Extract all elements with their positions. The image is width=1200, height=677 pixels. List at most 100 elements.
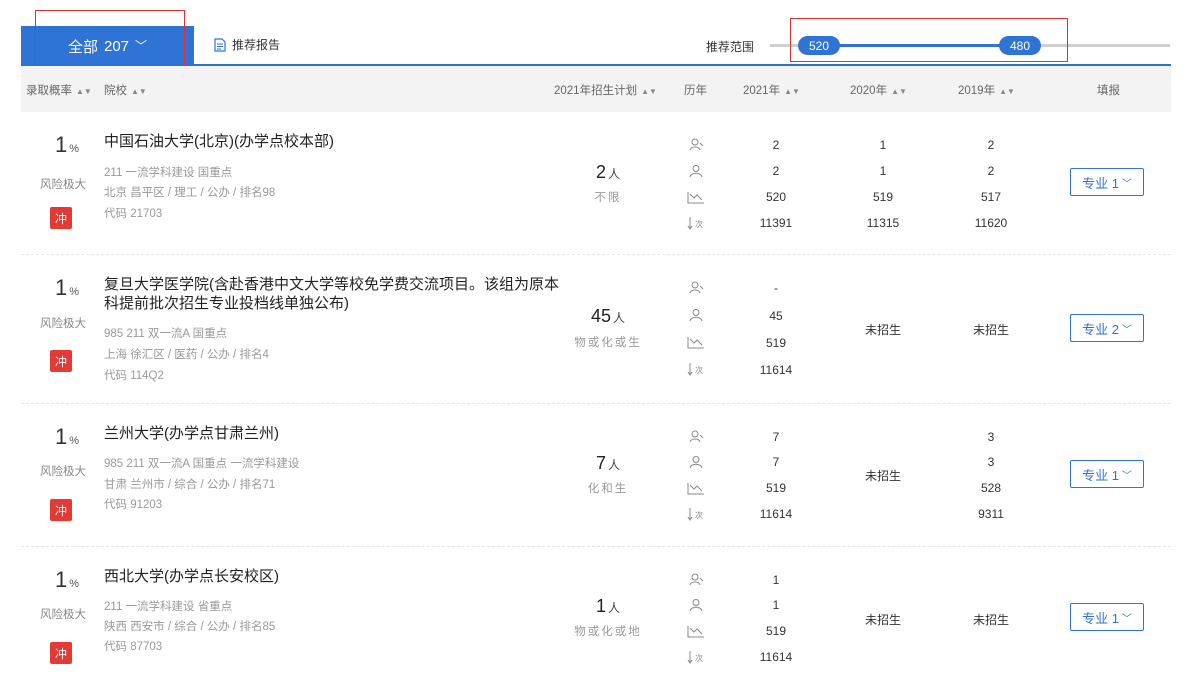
plan-count-icon — [689, 281, 704, 294]
person-icon — [689, 599, 703, 612]
sort-icon: ▲▼ — [641, 87, 657, 96]
rank-icon: 次 — [687, 508, 703, 521]
y2021-rank: 11614 — [759, 507, 793, 521]
person-icon — [689, 309, 703, 322]
y2019-count: 3 — [987, 430, 995, 444]
school-location: 陕西 西安市 / 综合 / 公办 / 排名85 — [104, 621, 276, 633]
table-row: 1% 风险极大 冲 兰州大学(办学点甘肃兰州) 985 211 双一流A 国重点… — [21, 404, 1171, 547]
y2021-score: 519 — [765, 481, 787, 495]
y2021-admitted: 7 — [772, 455, 780, 469]
col-apply: 填报 — [1097, 85, 1120, 97]
rush-badge: 冲 — [50, 499, 72, 521]
school-code: 代码 21703 — [104, 208, 163, 220]
school-tags: 211 一流学科建设 国重点 — [104, 167, 233, 179]
recommend-report-link[interactable]: 推荐报告 — [214, 36, 280, 53]
major-select-button[interactable]: 专业 1 ﹀ — [1070, 603, 1144, 631]
y2021-count: - — [774, 281, 778, 295]
y2021-score: 519 — [765, 624, 787, 638]
score-trend-icon — [687, 192, 704, 204]
major-select-button[interactable]: 专业 1 ﹀ — [1070, 168, 1144, 196]
school-location: 甘肃 兰州市 / 综合 / 公办 / 排名71 — [104, 479, 276, 491]
admit-probability: 1% — [54, 567, 80, 592]
y2019-admitted: 2 — [987, 164, 995, 178]
plan-count: 2人 — [595, 162, 621, 182]
major-select-button[interactable]: 专业 2 ﹀ — [1070, 314, 1144, 342]
major-select-button[interactable]: 专业 1 ﹀ — [1070, 460, 1144, 488]
y2019-score: 528 — [980, 481, 1002, 495]
school-tags: 211 一流学科建设 省重点 — [104, 601, 233, 613]
rank-icon: 次 — [687, 217, 703, 230]
y2021-score: 520 — [765, 190, 787, 204]
svg-text:次: 次 — [695, 365, 703, 375]
svg-text:次: 次 — [695, 510, 703, 520]
school-name[interactable]: 复旦大学医学院(含赴香港中文大学等校免学费交流项目。该组为原本科提前批次招生专业… — [104, 275, 559, 313]
y2020-not-enrolled: 未招生 — [864, 323, 901, 337]
school-code: 代码 87703 — [104, 641, 163, 653]
y2019-not-enrolled: 未招生 — [972, 613, 1009, 627]
risk-label: 风险极大 — [40, 318, 86, 330]
admit-probability: 1% — [54, 275, 80, 300]
col-prob[interactable]: 录取概率 ▲▼ — [26, 82, 92, 98]
person-icon — [689, 456, 703, 469]
risk-label: 风险极大 — [40, 466, 86, 478]
y2020-not-enrolled: 未招生 — [864, 469, 901, 483]
y2020-rank: 11315 — [866, 216, 900, 230]
y2021-admitted: 2 — [772, 164, 780, 178]
recommend-report-label: 推荐报告 — [232, 38, 281, 52]
plan-count-icon — [689, 573, 704, 586]
document-icon — [214, 37, 226, 52]
y2019-not-enrolled: 未招生 — [972, 323, 1009, 337]
plan-count-icon — [689, 138, 704, 151]
svg-text:次: 次 — [695, 653, 703, 663]
y2020-admitted: 1 — [879, 164, 887, 178]
score-trend-icon — [687, 626, 704, 638]
table-row: 1% 风险极大 冲 中国石油大学(北京)(办学点校本部) 211 一流学科建设 … — [21, 112, 1171, 255]
highlight-box-range — [790, 18, 1068, 62]
school-name[interactable]: 兰州大学(办学点甘肃兰州) — [104, 424, 564, 443]
y2021-rank: 11614 — [759, 650, 793, 664]
sort-icon: ▲▼ — [784, 87, 800, 96]
y2021-count: 2 — [772, 138, 780, 152]
table-header: 录取概率 ▲▼ 院校 ▲▼ 2021年招生计划 ▲▼ 历年 2021年 ▲▼ 2020年… — [21, 66, 1171, 112]
admit-probability: 1% — [54, 424, 80, 449]
score-trend-icon — [687, 483, 704, 495]
y2020-not-enrolled: 未招生 — [864, 613, 901, 627]
plan-count-icon — [689, 430, 704, 443]
score-trend-icon — [687, 337, 704, 349]
rank-icon: 次 — [687, 651, 703, 664]
y2021-count: 7 — [772, 430, 780, 444]
col-history: 历年 — [684, 85, 707, 97]
plan-subjects: 物或化或地 — [574, 626, 642, 638]
y2019-admitted: 3 — [987, 455, 995, 469]
school-name[interactable]: 西北大学(办学点长安校区) — [104, 567, 564, 586]
plan-count: 1人 — [595, 596, 621, 616]
y2019-count: 2 — [987, 138, 995, 152]
rank-icon: 次 — [687, 363, 703, 376]
risk-label: 风险极大 — [40, 179, 86, 191]
school-name[interactable]: 中国石油大学(北京)(办学点校本部) — [104, 132, 564, 151]
rush-badge: 冲 — [50, 207, 72, 229]
sort-icon: ▲▼ — [76, 87, 92, 96]
col-2020[interactable]: 2020年 ▲▼ — [850, 82, 907, 98]
col-2019[interactable]: 2019年 ▲▼ — [958, 82, 1015, 98]
admit-probability: 1% — [54, 132, 80, 157]
col-school[interactable]: 院校 ▲▼ — [104, 82, 147, 98]
svg-text:次: 次 — [695, 219, 703, 229]
chevron-down-icon: ﹀ — [1121, 613, 1132, 625]
y2020-count: 1 — [879, 138, 887, 152]
table-row: 1% 风险极大 冲 西北大学(办学点长安校区) 211 一流学科建设 省重点 陕… — [21, 547, 1171, 677]
y2020-score: 519 — [872, 190, 894, 204]
y2021-rank: 11614 — [759, 363, 793, 377]
sort-icon: ▲▼ — [891, 87, 907, 96]
y2021-admitted: 45 — [769, 309, 783, 323]
recommend-range-label: 推荐范围 — [706, 40, 755, 54]
sort-icon: ▲▼ — [999, 87, 1015, 96]
chevron-down-icon: ﹀ — [1121, 470, 1132, 482]
col-2021[interactable]: 2021年 ▲▼ — [743, 82, 800, 98]
school-code: 代码 114Q2 — [104, 370, 164, 382]
y2019-rank: 9311 — [978, 507, 1004, 521]
col-plan[interactable]: 2021年招生计划 ▲▼ — [554, 82, 657, 98]
sort-icon: ▲▼ — [131, 87, 147, 96]
y2021-count: 1 — [772, 573, 780, 587]
rush-badge: 冲 — [50, 350, 72, 372]
